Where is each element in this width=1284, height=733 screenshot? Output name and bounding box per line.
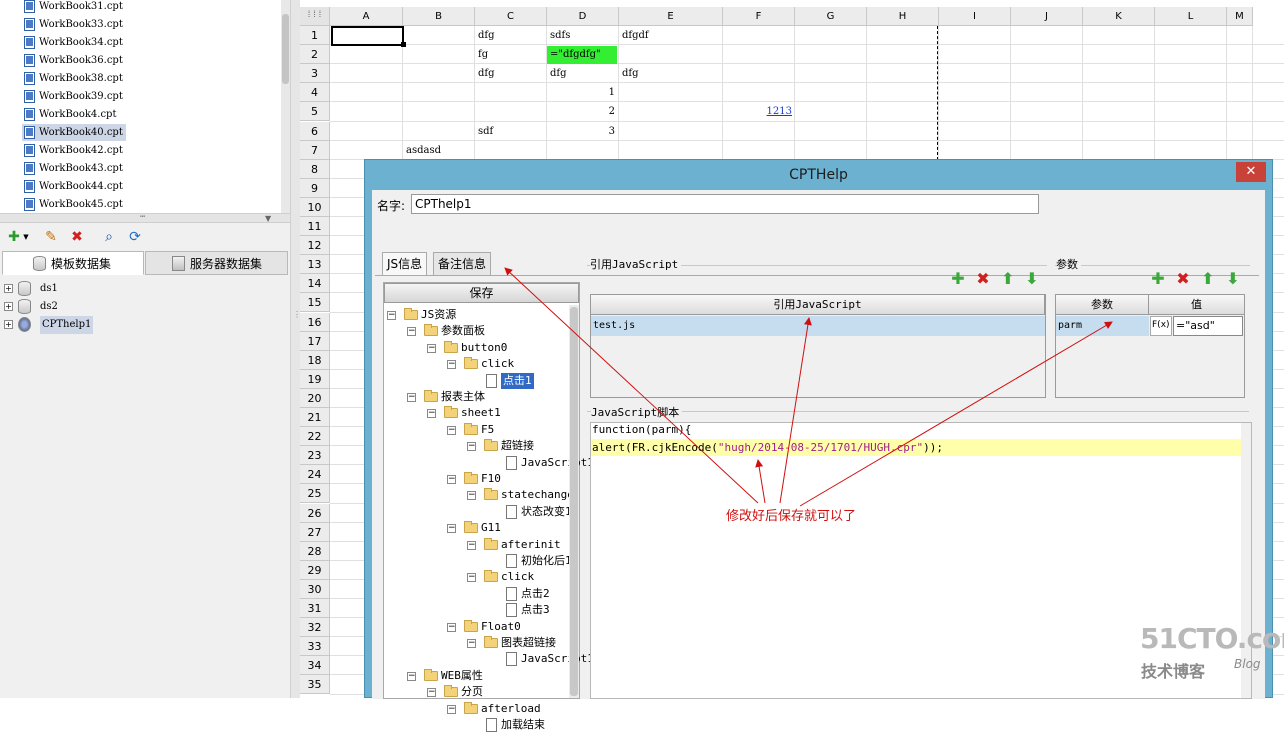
watermark-logo: 51CTO.com	[1140, 622, 1284, 655]
annotation-arrows	[504, 267, 1113, 507]
document-icon	[486, 718, 497, 732]
arrow-to-ref-js	[779, 317, 812, 504]
folder-icon	[464, 701, 478, 714]
watermark-subtitle: 技术博客	[1141, 662, 1206, 681]
tree-node-label: afterload	[481, 701, 541, 715]
arrow-to-param	[799, 321, 1113, 507]
arrow-to-script	[755, 459, 766, 504]
watermark-blog: Blog	[1234, 657, 1261, 671]
arrow-to-save	[504, 267, 759, 504]
tree-node-label: 加载结束	[501, 718, 545, 731]
annotation-text: 修改好后保存就可以了	[726, 509, 857, 524]
collapse-icon[interactable]: −	[447, 704, 456, 714]
